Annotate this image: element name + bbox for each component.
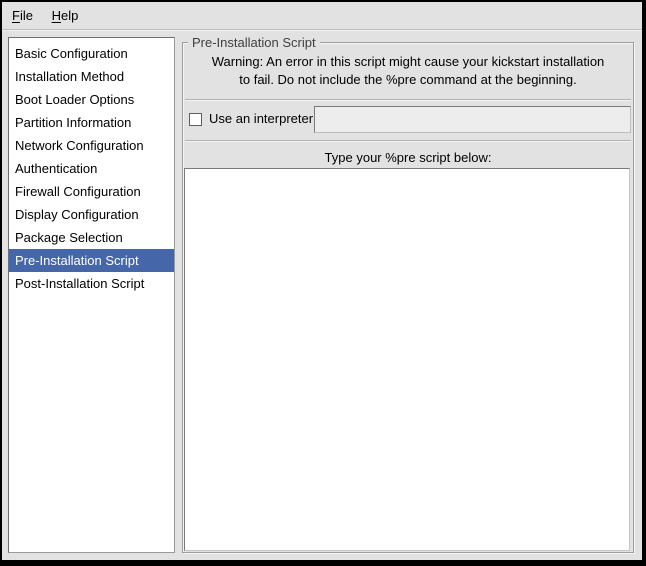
sidebar-item-boot-loader-options[interactable]: Boot Loader Options <box>9 88 174 111</box>
sidebar-item-post-installation-script[interactable]: Post-Installation Script <box>9 272 174 295</box>
use-interpreter-label[interactable]: Use an interpreter: <box>209 106 317 132</box>
kickstart-configurator-window: File Help Basic Configuration Installati… <box>0 0 646 566</box>
warning-line-2: to fail. Do not include the %pre command… <box>183 71 633 89</box>
menu-help[interactable]: Help <box>52 7 79 25</box>
sidebar-item-firewall-configuration[interactable]: Firewall Configuration <box>9 180 174 203</box>
sidebar-item-network-configuration[interactable]: Network Configuration <box>9 134 174 157</box>
sidebar-item-authentication[interactable]: Authentication <box>9 157 174 180</box>
sidebar-item-installation-method[interactable]: Installation Method <box>9 65 174 88</box>
sidebar-item-partition-information[interactable]: Partition Information <box>9 111 174 134</box>
warning-text: Warning: An error in this script might c… <box>183 53 633 89</box>
pre-script-textarea[interactable] <box>184 168 630 551</box>
pre-installation-script-frame: Pre-Installation Script Warning: An erro… <box>182 42 634 553</box>
menubar: File Help <box>2 2 642 30</box>
menu-file-rest: ile <box>20 8 33 23</box>
sidebar-item-basic-configuration[interactable]: Basic Configuration <box>9 42 174 65</box>
script-prompt-label: Type your %pre script below: <box>183 149 633 166</box>
separator <box>185 140 631 142</box>
sidebar-list: Basic Configuration Installation Method … <box>8 37 175 553</box>
panel-title: Pre-Installation Script <box>188 34 320 51</box>
menu-file[interactable]: File <box>12 7 33 25</box>
menu-help-rest: elp <box>61 8 78 23</box>
use-interpreter-checkbox[interactable] <box>189 113 202 126</box>
menu-file-mnemonic: F <box>12 8 20 23</box>
interpreter-input[interactable] <box>314 106 631 133</box>
sidebar-item-pre-installation-script[interactable]: Pre-Installation Script <box>9 249 174 272</box>
separator <box>185 99 631 101</box>
menu-help-mnemonic: H <box>52 8 61 23</box>
sidebar-item-package-selection[interactable]: Package Selection <box>9 226 174 249</box>
sidebar-item-display-configuration[interactable]: Display Configuration <box>9 203 174 226</box>
warning-line-1: Warning: An error in this script might c… <box>183 53 633 71</box>
